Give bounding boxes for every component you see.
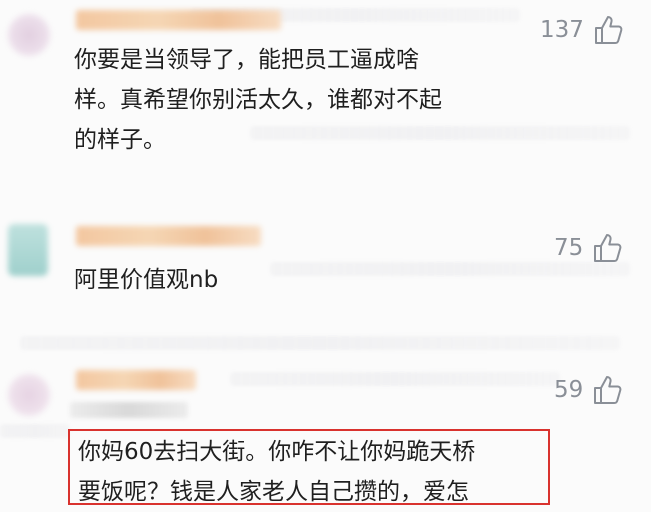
like-count: 59 — [554, 377, 584, 403]
comment-item: 137 你要是当领导了，能把员工逼成啥 样。真希望你别活太久，谁都对不起 的样子… — [0, 0, 651, 200]
username[interactable] — [76, 226, 261, 246]
like-button[interactable]: 59 — [554, 374, 623, 406]
comment-text: 你妈60去扫大街。你咋不让你妈跪天桥 要饭呢？钱是人家老人自己攒的，爱怎 — [78, 439, 476, 505]
like-count: 75 — [554, 235, 584, 261]
avatar[interactable] — [8, 374, 50, 416]
blurred-sub-line — [70, 402, 188, 418]
avatar[interactable] — [8, 14, 50, 56]
avatar[interactable] — [8, 224, 48, 276]
thumbs-up-icon — [594, 16, 623, 44]
like-button[interactable]: 75 — [554, 232, 623, 264]
like-button[interactable]: 137 — [540, 14, 624, 46]
username[interactable] — [76, 10, 281, 30]
like-count: 137 — [540, 17, 584, 43]
thumbs-up-icon — [594, 234, 622, 262]
comment-item: 75 阿里价值观nb — [0, 210, 651, 320]
comment-text: 阿里价值观nb — [74, 267, 219, 293]
comment-text: 你要是当领导了，能把员工逼成啥 样。真希望你别活太久，谁都对不起 的样子。 — [74, 47, 442, 153]
username[interactable] — [76, 370, 196, 390]
background-artifact — [20, 336, 620, 350]
thumbs-up-icon — [594, 376, 622, 404]
